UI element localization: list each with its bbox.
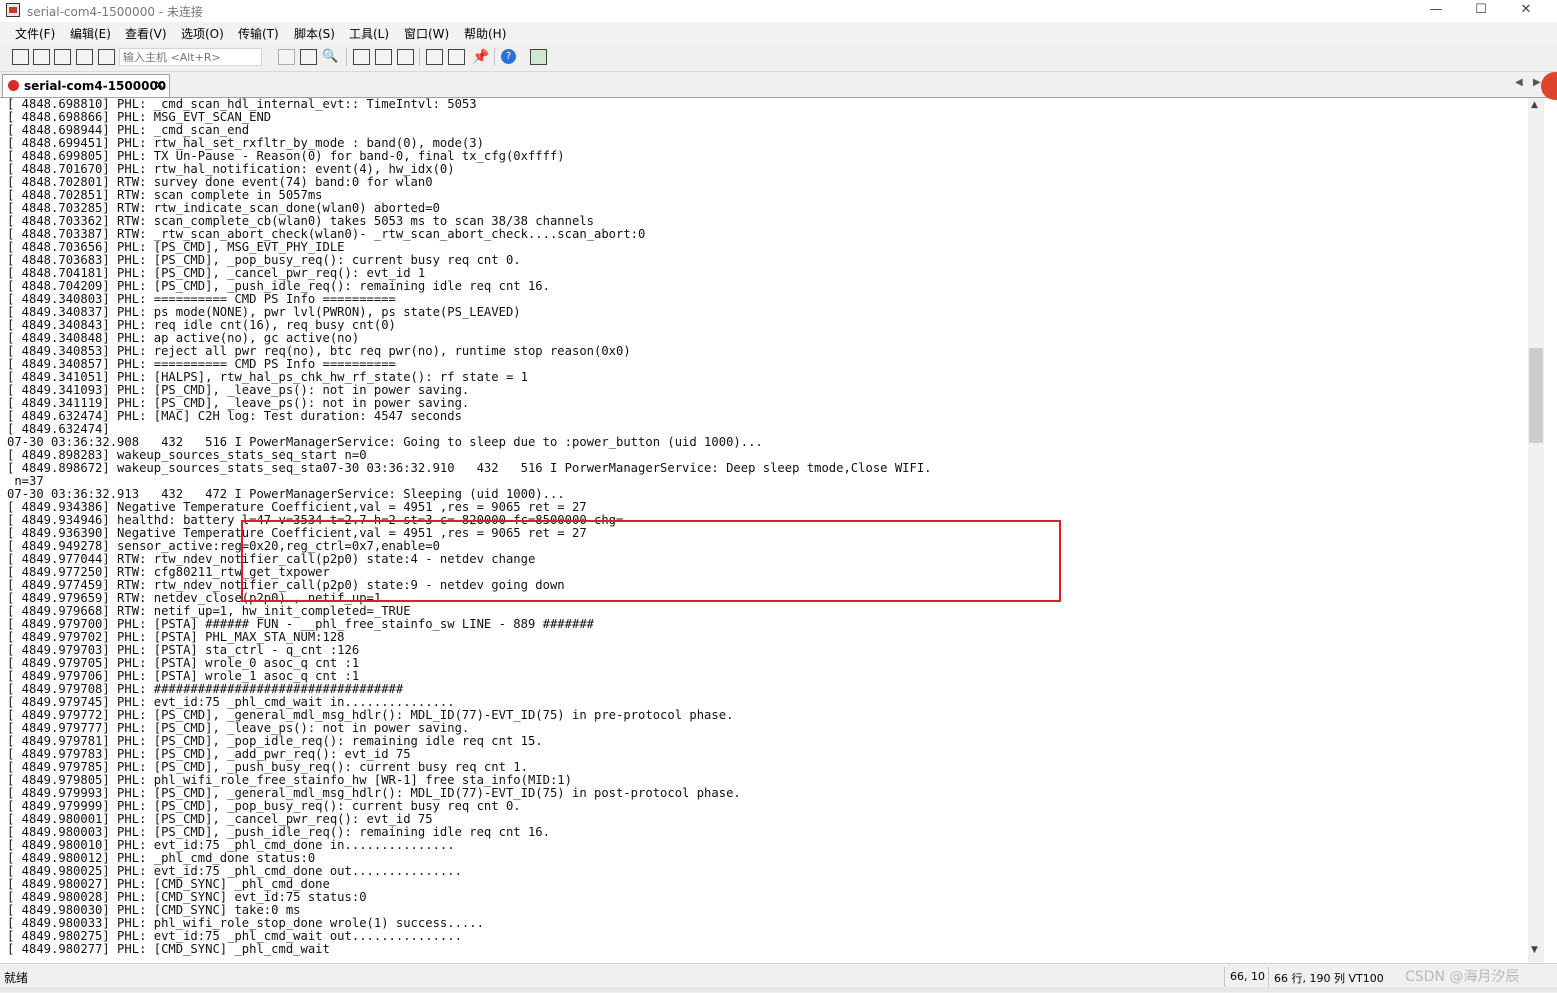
scroll-up-icon[interactable]: ▲	[1531, 100, 1538, 110]
taskbar-strip	[0, 987, 1557, 992]
menu-bar: 文件(F) 编辑(E) 查看(V) 选项(O) 传输(T) 脚本(S) 工具(L…	[0, 22, 1557, 44]
tab-scroll-right-icon[interactable]: ▶	[1533, 77, 1541, 88]
menu-script[interactable]: 脚本(S)	[294, 25, 335, 42]
host-input[interactable]	[119, 48, 262, 66]
connect-tab-icon[interactable]	[54, 49, 71, 65]
close-window-button[interactable]: ✕	[1503, 0, 1549, 22]
scroll-down-icon[interactable]: ▼	[1531, 945, 1538, 955]
menu-file[interactable]: 文件(F)	[15, 25, 55, 42]
print-screen-icon[interactable]	[375, 49, 392, 65]
help-icon[interactable]: ?	[501, 49, 516, 64]
minimize-button[interactable]: —	[1413, 0, 1459, 22]
maximize-button[interactable]: ☐	[1458, 0, 1504, 22]
paste-icon[interactable]	[300, 49, 317, 65]
tab-label: serial-com4-1500000	[24, 79, 167, 93]
reconnect-icon[interactable]	[76, 49, 93, 65]
print-icon[interactable]	[397, 49, 414, 65]
toolbar-separator	[346, 48, 347, 66]
vertical-scrollbar[interactable]: ▲ ▼	[1528, 98, 1544, 962]
menu-help[interactable]: 帮助(H)	[464, 25, 506, 42]
global-options-icon[interactable]	[448, 49, 465, 65]
script-icon[interactable]	[530, 49, 547, 65]
terminal-line: [ 4849.632474] PHL: [MAC] C2H log: Test …	[7, 409, 462, 423]
tab-session[interactable]: serial-com4-1500000 ×	[2, 74, 170, 97]
terminal-line: [ 4849.980277] PHL: [CMD_SYNC] _phl_cmd_…	[7, 942, 330, 956]
find-icon[interactable]: 🔍	[322, 49, 339, 65]
status-separator	[1268, 967, 1269, 987]
menu-tools[interactable]: 工具(L)	[349, 25, 389, 42]
terminal-line: [ 4849.898672] wakeup_sources_stats_seq_…	[7, 461, 932, 475]
tab-scroll-left-icon[interactable]: ◀	[1515, 77, 1523, 88]
menu-transfer[interactable]: 传输(T)	[238, 25, 279, 42]
window-title: serial-com4-1500000 - 未连接	[27, 5, 203, 19]
toolbar-separator	[419, 48, 420, 66]
terminal-output[interactable]: [ 4848.698810] PHL: _cmd_scan_hdl_intern…	[0, 98, 1528, 962]
tab-close-icon[interactable]: ×	[154, 78, 165, 93]
app-icon	[6, 3, 20, 17]
print-setup-icon[interactable]	[353, 49, 370, 65]
menu-options[interactable]: 选项(O)	[181, 25, 224, 42]
toolbar-separator	[494, 48, 495, 66]
title-bar: serial-com4-1500000 - 未连接 — ☐ ✕	[0, 0, 1557, 22]
menu-edit[interactable]: 编辑(E)	[70, 25, 111, 42]
menu-view[interactable]: 查看(V)	[125, 25, 167, 42]
disconnect-icon[interactable]	[98, 49, 115, 65]
highlight-annotation	[241, 520, 1061, 602]
keymap-icon[interactable]: 📌	[472, 49, 489, 65]
status-ready: 就绪	[4, 971, 29, 985]
connect-icon[interactable]	[12, 49, 29, 65]
watermark: CSDN @海月汐辰	[1405, 969, 1520, 985]
cursor-position: 66, 10	[1230, 970, 1265, 983]
copy-icon[interactable]	[278, 49, 295, 65]
disconnected-state-icon	[8, 80, 19, 91]
status-separator	[1224, 967, 1225, 987]
terminal-size: 66 行, 190 列 VT100	[1274, 972, 1384, 985]
session-options-icon[interactable]	[426, 49, 443, 65]
scroll-thumb[interactable]	[1529, 348, 1543, 443]
menu-window[interactable]: 窗口(W)	[404, 25, 449, 42]
quick-connect-icon[interactable]	[33, 49, 50, 65]
tab-strip: serial-com4-1500000 ×	[0, 72, 1557, 98]
